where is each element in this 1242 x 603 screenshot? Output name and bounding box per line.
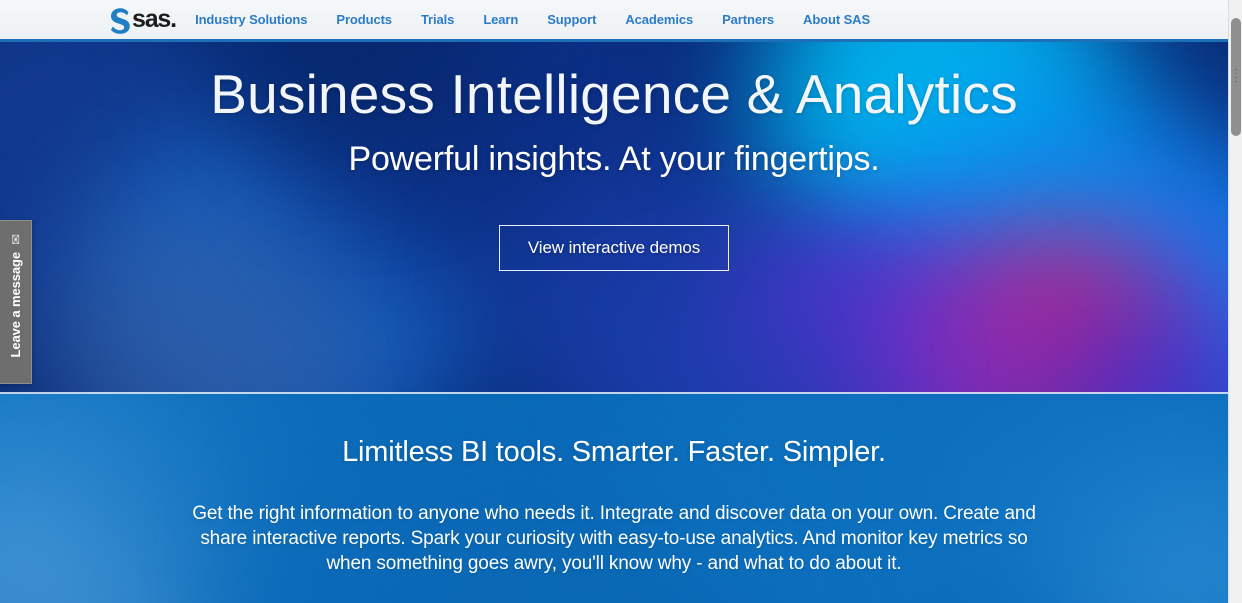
page-root: sas . Industry Solutions Products Trials… [0, 0, 1242, 603]
leave-a-message-tab[interactable]: ✉ Leave a message [0, 220, 32, 384]
nav-item-trials[interactable]: Trials [421, 12, 454, 27]
sas-logo-text: sas [132, 5, 171, 33]
nav-item-academics[interactable]: Academics [625, 12, 693, 27]
leave-a-message-label: Leave a message [8, 252, 23, 358]
intro-body-text: Get the right information to anyone who … [192, 503, 1036, 574]
nav-item-products[interactable]: Products [336, 12, 392, 27]
hero-subtitle: Powerful insights. At your fingertips. [348, 140, 880, 179]
nav-item-partners[interactable]: Partners [722, 12, 774, 27]
top-navigation-bar: sas . Industry Solutions Products Trials… [0, 0, 1228, 42]
hero-bottom-divider [0, 392, 1228, 394]
sas-logo[interactable]: sas . [108, 5, 177, 35]
nav-item-industry-solutions[interactable]: Industry Solutions [195, 12, 307, 27]
hero-content: Business Intelligence & Analytics Powerf… [0, 42, 1228, 394]
nav-item-about-sas[interactable]: About SAS [803, 12, 870, 27]
view-interactive-demos-button[interactable]: View interactive demos [498, 225, 730, 272]
scrollbar-thumb[interactable] [1231, 18, 1241, 136]
nav-item-learn[interactable]: Learn [483, 12, 518, 27]
intro-heading: Limitless BI tools. Smarter. Faster. Sim… [342, 436, 886, 468]
hero-title: Business Intelligence & Analytics [210, 63, 1018, 125]
intro-content: Limitless BI tools. Smarter. Faster. Sim… [0, 394, 1228, 603]
sas-logo-swoosh-icon [110, 7, 130, 34]
intro-section: Limitless BI tools. Smarter. Faster. Sim… [0, 394, 1228, 603]
vertical-scrollbar[interactable] [1228, 0, 1242, 603]
envelope-icon: ✉ [8, 234, 23, 245]
hero-section: Business Intelligence & Analytics Powerf… [0, 42, 1228, 394]
primary-nav: Industry Solutions Products Trials Learn… [195, 12, 870, 27]
nav-item-support[interactable]: Support [547, 12, 596, 27]
scrollbar-grip-icon [1235, 69, 1237, 85]
sas-logo-dot: . [170, 5, 178, 33]
